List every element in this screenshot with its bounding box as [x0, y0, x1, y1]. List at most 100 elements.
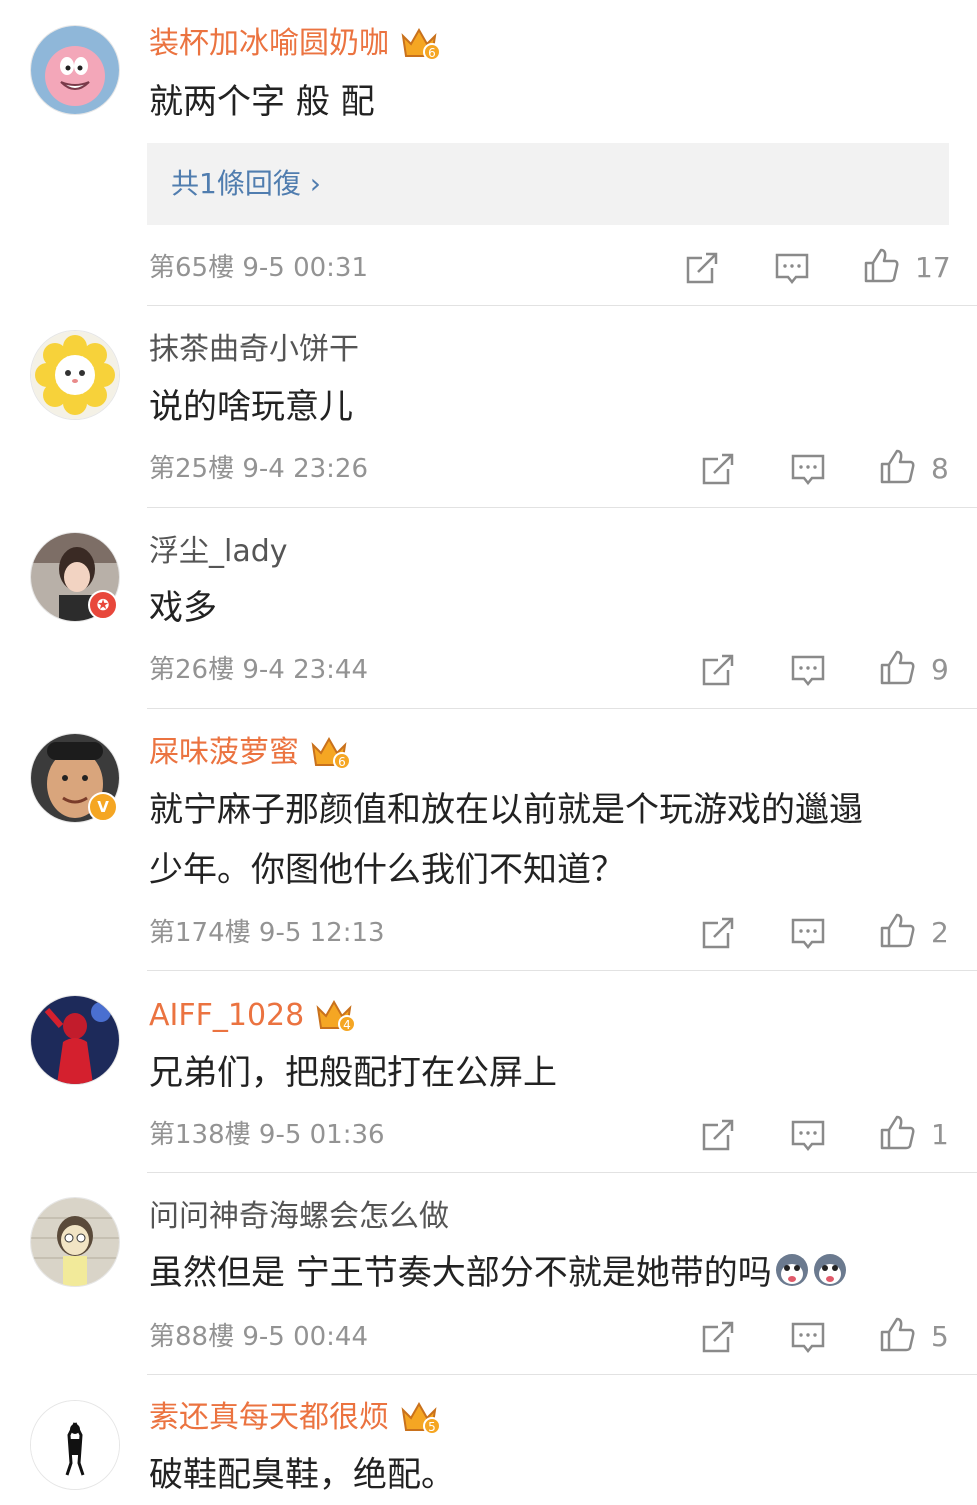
- comment-meta: 第26樓 9-4 23:44: [149, 652, 368, 688]
- share-icon[interactable]: [698, 650, 738, 690]
- comment-text: 就两个字 般 配: [149, 72, 937, 132]
- comment-meta: 第88樓 9-5 00:44: [149, 1319, 368, 1355]
- comment-line: 说的啥玩意儿: [149, 387, 353, 427]
- like-icon[interactable]: [862, 246, 902, 286]
- comment-meta: 第138樓 9-5 01:36: [149, 1117, 385, 1153]
- share-icon[interactable]: [698, 913, 738, 953]
- like-icon[interactable]: [878, 447, 918, 487]
- timestamp: 9-5 00:31: [242, 253, 369, 283]
- photo-red-performer-avatar-icon: [31, 996, 119, 1084]
- comment-icon[interactable]: [788, 1317, 828, 1357]
- flower-cat-avatar-icon: [31, 331, 119, 419]
- comment-icon[interactable]: [788, 913, 828, 953]
- svg-text:6: 6: [428, 46, 436, 60]
- share-icon[interactable]: [682, 248, 722, 288]
- divider: [147, 708, 977, 709]
- username[interactable]: AIFF_1028 4: [149, 996, 355, 1036]
- floor-number: 第26樓: [149, 655, 235, 685]
- share-icon[interactable]: [698, 449, 738, 489]
- comment-text: 戏多: [149, 578, 937, 638]
- cartoon-boy-avatar-icon: [31, 1198, 119, 1286]
- ink-figure-avatar-icon: [31, 1401, 119, 1489]
- comment-text: 破鞋配臭鞋，绝配。: [149, 1445, 937, 1505]
- crown-vip-icon: 5: [401, 1401, 439, 1435]
- crown-vip-icon: 4: [316, 999, 355, 1033]
- username[interactable]: 屎味菠萝蜜 6: [149, 733, 349, 773]
- divider: [147, 1172, 977, 1173]
- username-text[interactable]: 装杯加冰喻圆奶咖: [149, 24, 389, 64]
- avatar[interactable]: [30, 1197, 120, 1287]
- svg-text:6: 6: [338, 755, 346, 769]
- username[interactable]: 浮尘_lady: [149, 532, 288, 572]
- comment-text: 说的啥玩意儿: [149, 377, 937, 437]
- comment-meta: 第25樓 9-4 23:26: [149, 451, 368, 487]
- username[interactable]: 抹茶曲奇小饼干: [149, 330, 359, 370]
- comment-text: 虽然但是 宁王节奏大部分不就是她带的吗: [149, 1243, 937, 1303]
- username[interactable]: 问问神奇海螺会怎么做: [149, 1197, 449, 1237]
- comment-text: 就宁麻子那颜值和放在以前就是个玩游戏的邋遢 少年。你图他什么我们不知道？: [149, 780, 937, 900]
- divider: [147, 507, 977, 508]
- comment-icon[interactable]: [772, 248, 812, 288]
- like-icon[interactable]: [878, 911, 918, 951]
- comment-meta: 第174樓 9-5 12:13: [149, 915, 385, 951]
- comment-meta: 第65樓 9-5 00:31: [149, 250, 368, 286]
- like-count: 2: [931, 916, 949, 949]
- comment-icon[interactable]: [788, 650, 828, 690]
- verified-v-badge-icon: V: [88, 792, 118, 822]
- like-icon[interactable]: [878, 1113, 918, 1153]
- username-text[interactable]: 屎味菠萝蜜: [149, 733, 299, 773]
- timestamp: 9-5 12:13: [258, 918, 385, 948]
- crown-vip-icon: 6: [311, 736, 349, 770]
- username[interactable]: 装杯加冰喻圆奶咖 6: [149, 24, 439, 64]
- share-icon[interactable]: [698, 1317, 738, 1357]
- username-text[interactable]: 抹茶曲奇小饼干: [149, 330, 359, 370]
- timestamp: 9-4 23:26: [242, 454, 369, 484]
- divider: [147, 970, 977, 971]
- avatar[interactable]: [30, 1400, 120, 1490]
- floor-number: 第138樓: [149, 1120, 251, 1150]
- like-count: 8: [931, 452, 949, 485]
- floor-number: 第88樓: [149, 1322, 235, 1352]
- verified-badge-icon: ✪: [88, 590, 118, 620]
- crown-vip-icon: 6: [401, 27, 439, 61]
- husky-emoji-icon: [813, 1254, 846, 1286]
- cartoon-starfish-avatar-icon: [31, 26, 119, 114]
- comment-line: 就两个字 般 配: [149, 82, 375, 122]
- floor-number: 第65樓: [149, 253, 235, 283]
- username-text[interactable]: AIFF_1028: [149, 996, 304, 1036]
- comment-line: 戏多: [149, 588, 217, 628]
- comment-line: 破鞋配臭鞋，绝配。: [149, 1455, 455, 1495]
- share-icon[interactable]: [698, 1115, 738, 1155]
- comment-line: 少年。你图他什么我们不知道？: [149, 850, 625, 890]
- comment-text: 兄弟们，把般配打在公屏上: [149, 1043, 937, 1103]
- comment-icon[interactable]: [788, 449, 828, 489]
- comment-icon[interactable]: [788, 1115, 828, 1155]
- comment-line: 兄弟们，把般配打在公屏上: [149, 1053, 557, 1093]
- comment-line: 就宁麻子那颜值和放在以前就是个玩游戏的邋遢: [149, 790, 863, 830]
- avatar[interactable]: [30, 25, 120, 115]
- like-count: 17: [915, 251, 951, 284]
- comment-line-text: 虽然但是 宁王节奏大部分不就是她带的吗: [149, 1253, 772, 1293]
- floor-number: 第174樓: [149, 918, 251, 948]
- username-text[interactable]: 素还真每天都很烦: [149, 1398, 389, 1438]
- svg-text:5: 5: [428, 1420, 436, 1434]
- floor-number: 第25樓: [149, 454, 235, 484]
- like-count: 9: [931, 653, 949, 686]
- like-count: 1: [931, 1118, 949, 1151]
- like-icon[interactable]: [878, 648, 918, 688]
- like-icon[interactable]: [878, 1315, 918, 1355]
- like-count: 5: [931, 1320, 949, 1353]
- divider: [147, 305, 977, 306]
- avatar[interactable]: [30, 995, 120, 1085]
- username-text[interactable]: 问问神奇海螺会怎么做: [149, 1197, 449, 1237]
- husky-emoji-icon: [775, 1254, 808, 1286]
- username-text[interactable]: 浮尘_lady: [149, 532, 288, 572]
- timestamp: 9-4 23:44: [242, 655, 369, 685]
- avatar[interactable]: [30, 330, 120, 420]
- comment-line: 虽然但是 宁王节奏大部分不就是她带的吗: [149, 1243, 937, 1303]
- username[interactable]: 素还真每天都很烦 5: [149, 1398, 439, 1438]
- reply-summary-box[interactable]: 共1條回復 ›: [147, 143, 949, 225]
- svg-text:4: 4: [343, 1018, 351, 1032]
- timestamp: 9-5 00:44: [242, 1322, 369, 1352]
- view-replies-link[interactable]: 共1條回復 ›: [171, 164, 321, 204]
